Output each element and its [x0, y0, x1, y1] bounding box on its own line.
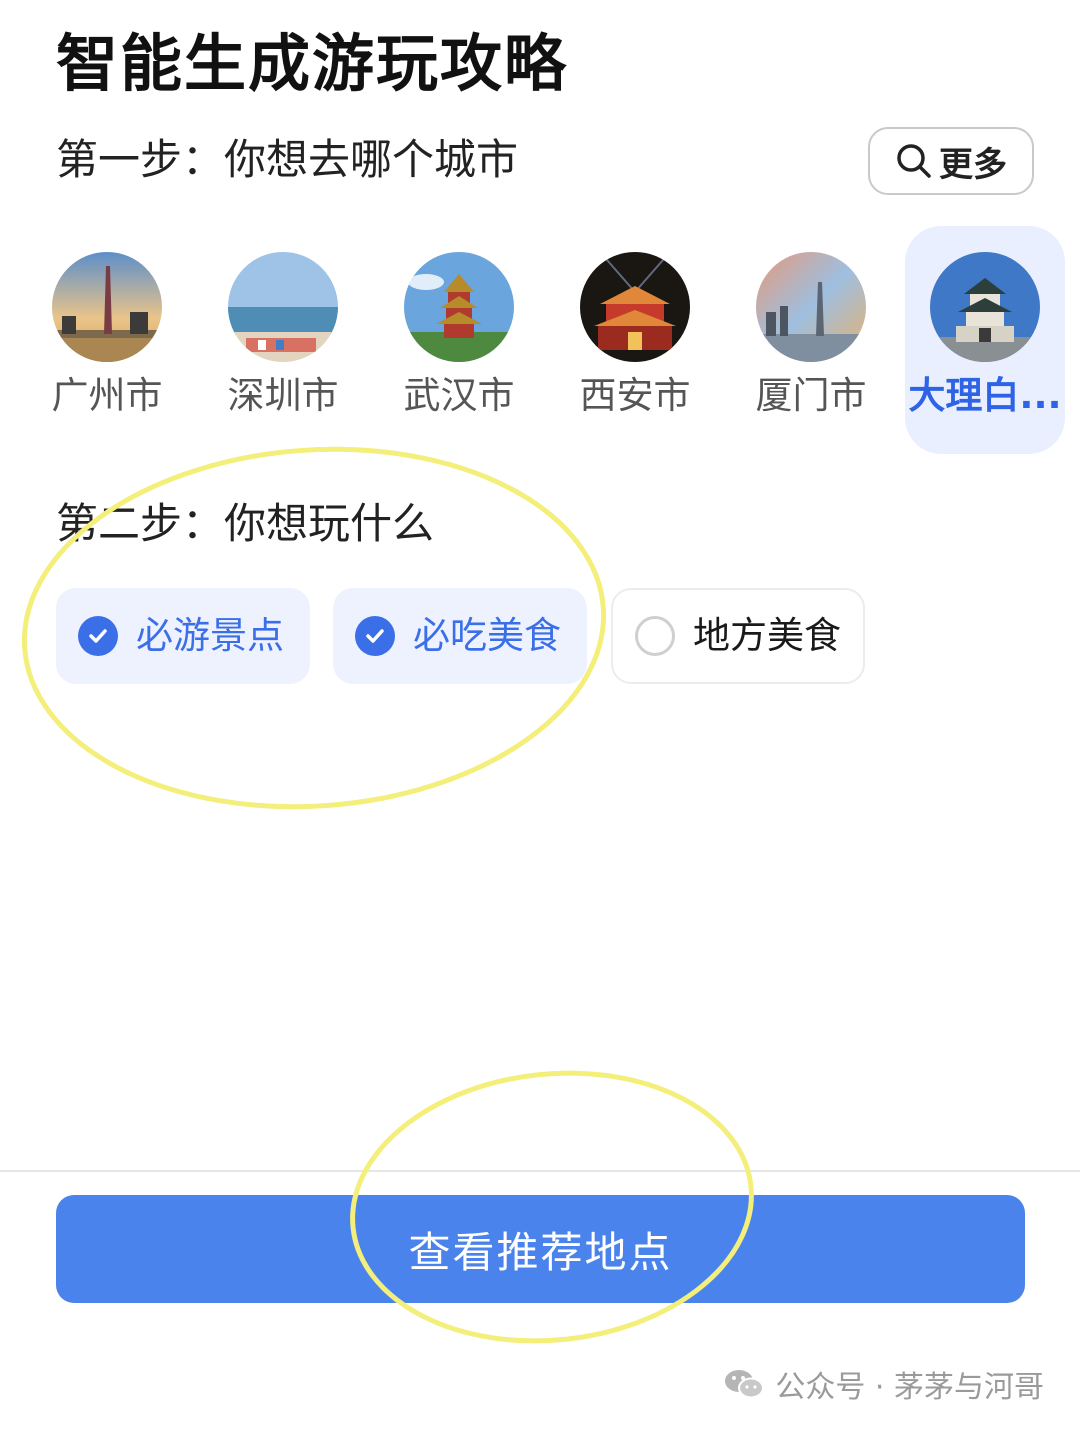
city-name: 深圳市 — [227, 374, 339, 417]
search-icon — [897, 144, 931, 178]
step1-label: 第一步：你想去哪个城市 — [56, 135, 519, 184]
city-thumbnail — [756, 252, 866, 362]
city-item-xiamen[interactable]: 厦门市 — [731, 226, 891, 454]
checkmark-icon — [366, 629, 384, 643]
city-thumbnail — [930, 252, 1040, 362]
city-name: 广州市 — [51, 374, 163, 417]
option-label: 地方美食 — [693, 614, 841, 657]
city-item-wuhan[interactable]: 武汉市 — [379, 226, 539, 454]
city-name: 大理白... — [908, 374, 1062, 417]
checkbox-checked[interactable] — [78, 616, 118, 656]
city-item-shenzhen[interactable]: 深圳市 — [203, 226, 363, 454]
city-list: 广州市 深圳市 武汉市 西安市 厦门市 大理白... — [0, 226, 1080, 456]
wechat-icon — [725, 1370, 765, 1399]
checkmark-icon — [89, 629, 107, 643]
more-label: 更多 — [939, 144, 1007, 185]
option-local-food[interactable]: 地方美食 — [611, 588, 865, 684]
more-cities-button[interactable]: 更多 — [868, 127, 1034, 195]
city-item-xian[interactable]: 西安市 — [555, 226, 715, 454]
cta-label: 查看推荐地点 — [408, 1227, 673, 1277]
option-label: 必吃美食 — [413, 614, 561, 657]
bottom-divider — [0, 1170, 1080, 1172]
watermark-text: 公众号 · 茅茅与河哥 — [775, 1370, 1044, 1405]
option-must-see-sights[interactable]: 必游景点 — [56, 588, 310, 684]
city-thumbnail — [580, 252, 690, 362]
checkbox-checked[interactable] — [355, 616, 395, 656]
checkbox-unchecked[interactable] — [635, 616, 675, 656]
option-label: 必游景点 — [136, 614, 284, 657]
city-name: 武汉市 — [403, 374, 515, 417]
city-thumbnail — [52, 252, 162, 362]
page-title: 智能生成游玩攻略 — [56, 27, 569, 100]
city-thumbnail — [404, 252, 514, 362]
city-name: 西安市 — [579, 374, 691, 417]
view-recommendations-button[interactable]: 查看推荐地点 — [56, 1195, 1025, 1303]
watermark: 公众号 · 茅茅与河哥 — [723, 1362, 1044, 1406]
option-must-eat-food[interactable]: 必吃美食 — [333, 588, 587, 684]
city-item-guangzhou[interactable]: 广州市 — [27, 226, 187, 454]
step2-label: 第二步：你想玩什么 — [56, 499, 435, 548]
city-thumbnail — [228, 252, 338, 362]
city-item-dali[interactable]: 大理白... — [905, 226, 1065, 454]
city-name: 厦门市 — [755, 374, 867, 417]
